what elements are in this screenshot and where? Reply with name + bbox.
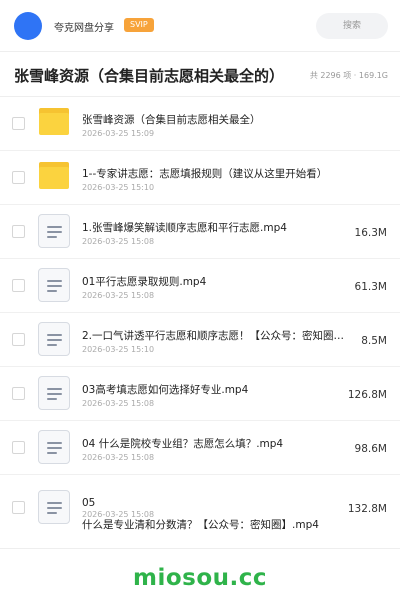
file-name: 张雪峰资源（合集目前志愿相关最全） <box>82 114 261 126</box>
footer: miosou.cc <box>0 548 400 600</box>
list-item[interactable]: 05 2026-03-25 15:08 什么是专业清和分数清？【公众号：密知圈】… <box>0 475 400 545</box>
list-item[interactable]: 2.一口气讲透平行志愿和顺序志愿！【公众号：密知圈】.mp4 2026-03-2… <box>0 313 400 367</box>
file-name: 2.一口气讲透平行志愿和顺序志愿！【公众号：密知圈】.mp4 <box>82 330 347 342</box>
app-name: 夸克网盘分享 <box>54 23 114 34</box>
file-name: 04 什么是院校专业组？志愿怎么填？.mp4 <box>82 438 284 450</box>
file-name: 03高考填志愿如何选择好专业.mp4 <box>82 384 249 396</box>
checkbox[interactable] <box>12 225 25 238</box>
video-file-icon <box>38 214 70 248</box>
file-size: 8.5M <box>361 335 387 347</box>
file-date: 2026-03-25 15:08 <box>82 453 155 462</box>
folder-icon <box>39 108 69 135</box>
file-name: 1--专家讲志愿：志愿填报规则（建议从这里开始看） <box>82 168 328 180</box>
file-date: 2026-03-25 15:08 <box>82 399 155 408</box>
video-file-icon <box>38 376 70 410</box>
file-size: 126.8M <box>347 389 387 401</box>
avatar[interactable] <box>14 12 42 40</box>
checkbox[interactable] <box>12 333 25 346</box>
list-item[interactable]: 04 什么是院校专业组？志愿怎么填？.mp4 2026-03-25 15:08 … <box>0 421 400 475</box>
page-title: 张雪峰资源（合集目前志愿相关最全的） <box>14 67 285 85</box>
checkbox[interactable] <box>12 441 25 454</box>
file-name: 05 <box>82 497 96 509</box>
svip-badge: SVIP <box>124 18 154 32</box>
video-file-icon <box>38 430 70 464</box>
file-size: 16.3M <box>354 227 387 239</box>
list-item[interactable]: 1--专家讲志愿：志愿填报规则（建议从这里开始看） 2026-03-25 15:… <box>0 151 400 205</box>
list-item[interactable]: 01平行志愿录取规则.mp4 2026-03-25 15:08 61.3M <box>0 259 400 313</box>
file-size: 98.6M <box>354 443 387 455</box>
file-size: 132.8M <box>347 503 387 515</box>
folder-icon <box>39 162 69 189</box>
checkbox[interactable] <box>12 171 25 184</box>
file-date: 2026-03-25 15:08 <box>82 291 155 300</box>
top-bar: 夸克网盘分享 SVIP 搜索 <box>0 0 400 52</box>
video-file-icon <box>38 322 70 356</box>
file-name-continued: 什么是专业清和分数清？【公众号：密知圈】.mp4 <box>82 519 319 531</box>
folder-meta: 共 2296 项 · 169.1G <box>309 71 388 80</box>
file-list: 张雪峰资源（合集目前志愿相关最全） 2026-03-25 15:09 1--专家… <box>0 97 400 545</box>
checkbox[interactable] <box>12 117 25 130</box>
list-item[interactable]: 03高考填志愿如何选择好专业.mp4 2026-03-25 15:08 126.… <box>0 367 400 421</box>
site-watermark: miosou.cc <box>132 565 268 591</box>
file-date: 2026-03-25 15:09 <box>82 129 155 138</box>
list-item[interactable]: 1.张雪峰爆笑解读顺序志愿和平行志愿.mp4 2026-03-25 15:08 … <box>0 205 400 259</box>
file-date: 2026-03-25 15:10 <box>82 183 155 192</box>
file-name: 01平行志愿录取规则.mp4 <box>82 276 207 288</box>
checkbox[interactable] <box>12 387 25 400</box>
file-date: 2026-03-25 15:10 <box>82 345 155 354</box>
search-button[interactable]: 搜索 <box>316 13 388 39</box>
file-name: 1.张雪峰爆笑解读顺序志愿和平行志愿.mp4 <box>82 222 287 234</box>
file-date: 2026-03-25 15:08 <box>82 237 155 246</box>
checkbox[interactable] <box>12 279 25 292</box>
list-item[interactable]: 张雪峰资源（合集目前志愿相关最全） 2026-03-25 15:09 <box>0 97 400 151</box>
video-file-icon <box>38 268 70 302</box>
video-file-icon <box>38 490 70 524</box>
checkbox[interactable] <box>12 501 25 514</box>
folder-header: 张雪峰资源（合集目前志愿相关最全的） 共 2296 项 · 169.1G <box>0 53 400 97</box>
file-size: 61.3M <box>354 281 387 293</box>
